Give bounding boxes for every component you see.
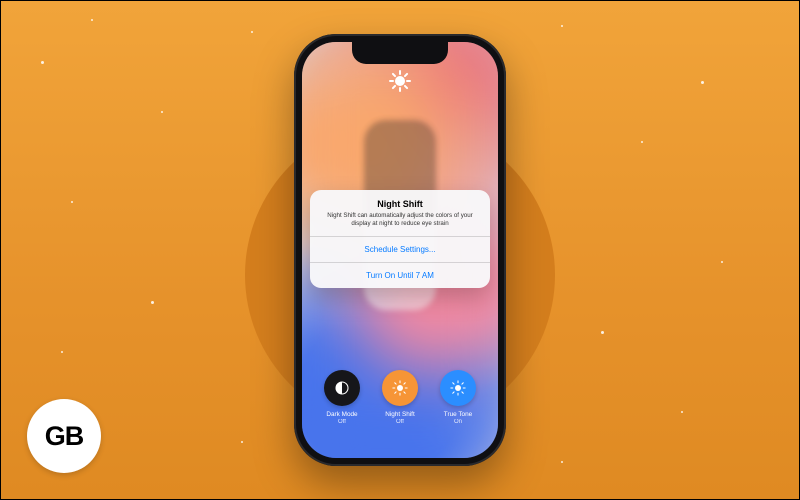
display-toggles-row: Dark Mode Off Night Shift Off: [324, 370, 476, 426]
sun-icon: [389, 70, 411, 92]
phone-notch: [352, 42, 448, 64]
sparkle: [91, 19, 93, 21]
turn-on-until-button[interactable]: Turn On Until 7 AM: [310, 262, 490, 288]
sparkle: [561, 461, 563, 463]
true-tone-icon: [440, 370, 476, 406]
popover-title: Night Shift: [322, 199, 478, 209]
phone-screen: Night Shift Night Shift can automaticall…: [302, 42, 498, 458]
dark-mode-toggle[interactable]: Dark Mode Off: [324, 370, 360, 426]
night-shift-toggle[interactable]: Night Shift Off: [382, 370, 418, 426]
sparkle: [41, 61, 44, 64]
sparkle: [681, 411, 683, 413]
sparkle: [161, 111, 163, 113]
sparkle: [641, 141, 643, 143]
toggle-label: Night Shift Off: [385, 411, 414, 426]
true-tone-toggle[interactable]: True Tone On: [440, 370, 476, 426]
gb-badge: GB: [27, 399, 101, 473]
sparkle: [71, 201, 73, 203]
sparkle: [251, 31, 253, 33]
toggle-label: True Tone On: [444, 411, 472, 426]
toggle-label: Dark Mode Off: [326, 411, 357, 426]
gb-badge-text: GB: [45, 421, 84, 452]
sparkle: [61, 351, 63, 353]
promo-canvas: GB Night Shift Nigh: [0, 0, 800, 500]
sparkle: [721, 261, 723, 263]
schedule-settings-button[interactable]: Schedule Settings...: [310, 236, 490, 262]
dark-mode-icon: [324, 370, 360, 406]
sparkle: [241, 441, 243, 443]
sparkle: [151, 301, 154, 304]
popover-subtitle: Night Shift can automatically adjust the…: [322, 212, 478, 228]
night-shift-icon: [382, 370, 418, 406]
sparkle: [701, 81, 704, 84]
night-shift-popover: Night Shift Night Shift can automaticall…: [310, 190, 490, 288]
sparkle: [601, 331, 604, 334]
phone-mockup: Night Shift Night Shift can automaticall…: [294, 34, 506, 466]
sparkle: [561, 25, 563, 27]
